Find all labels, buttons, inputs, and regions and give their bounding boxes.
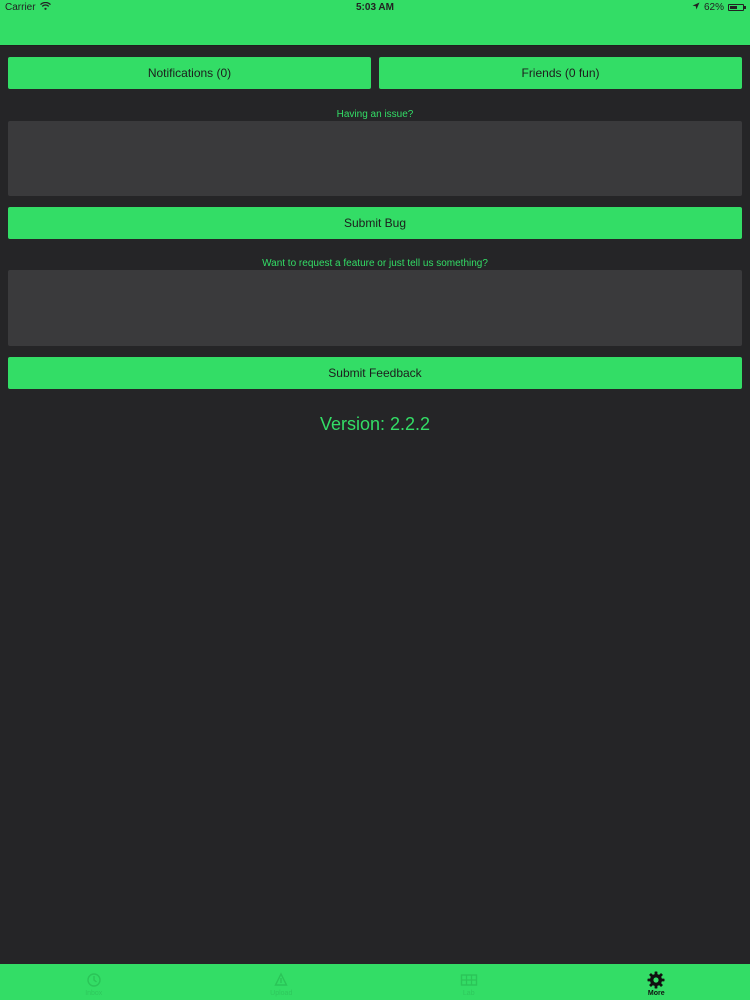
- status-bar: Carrier 5:03 AM 62%: [0, 0, 750, 46]
- inbox-icon: [84, 970, 104, 990]
- submit-bug-button[interactable]: Submit Bug: [8, 207, 742, 239]
- bug-report-input[interactable]: [8, 121, 742, 196]
- tab-lab[interactable]: Lab: [375, 964, 563, 1000]
- upload-icon: [271, 970, 291, 990]
- gear-icon: [646, 970, 666, 990]
- location-arrow-icon: [692, 2, 700, 13]
- tab-upload-label: Upload: [270, 989, 293, 997]
- battery-level: [730, 6, 738, 9]
- tab-more[interactable]: More: [563, 964, 750, 1000]
- battery-icon: [728, 4, 746, 11]
- status-right: 62%: [692, 2, 746, 13]
- tab-lab-label: Lab: [462, 989, 475, 997]
- lab-icon: [459, 970, 479, 990]
- feedback-input[interactable]: [8, 270, 742, 346]
- feedback-prompt-label: Want to request a feature or just tell u…: [262, 258, 488, 269]
- tab-inbox[interactable]: Inbox: [0, 964, 188, 1000]
- battery-percent: 62%: [703, 2, 724, 13]
- tab-bar: Inbox Upload Lab More: [0, 964, 750, 1000]
- submit-feedback-button[interactable]: Submit Feedback: [8, 357, 742, 389]
- bug-prompt-label: Having an issue?: [336, 109, 414, 120]
- version-label: Version: 2.2.2: [319, 414, 431, 434]
- tab-inbox-label: Inbox: [85, 989, 103, 997]
- notifications-button[interactable]: Notifications (0): [8, 57, 371, 89]
- friends-button[interactable]: Friends (0 fun): [379, 57, 742, 89]
- tab-upload[interactable]: Upload: [188, 964, 376, 1000]
- status-time: 5:03 AM: [356, 2, 394, 13]
- tab-more-label: More: [647, 989, 665, 997]
